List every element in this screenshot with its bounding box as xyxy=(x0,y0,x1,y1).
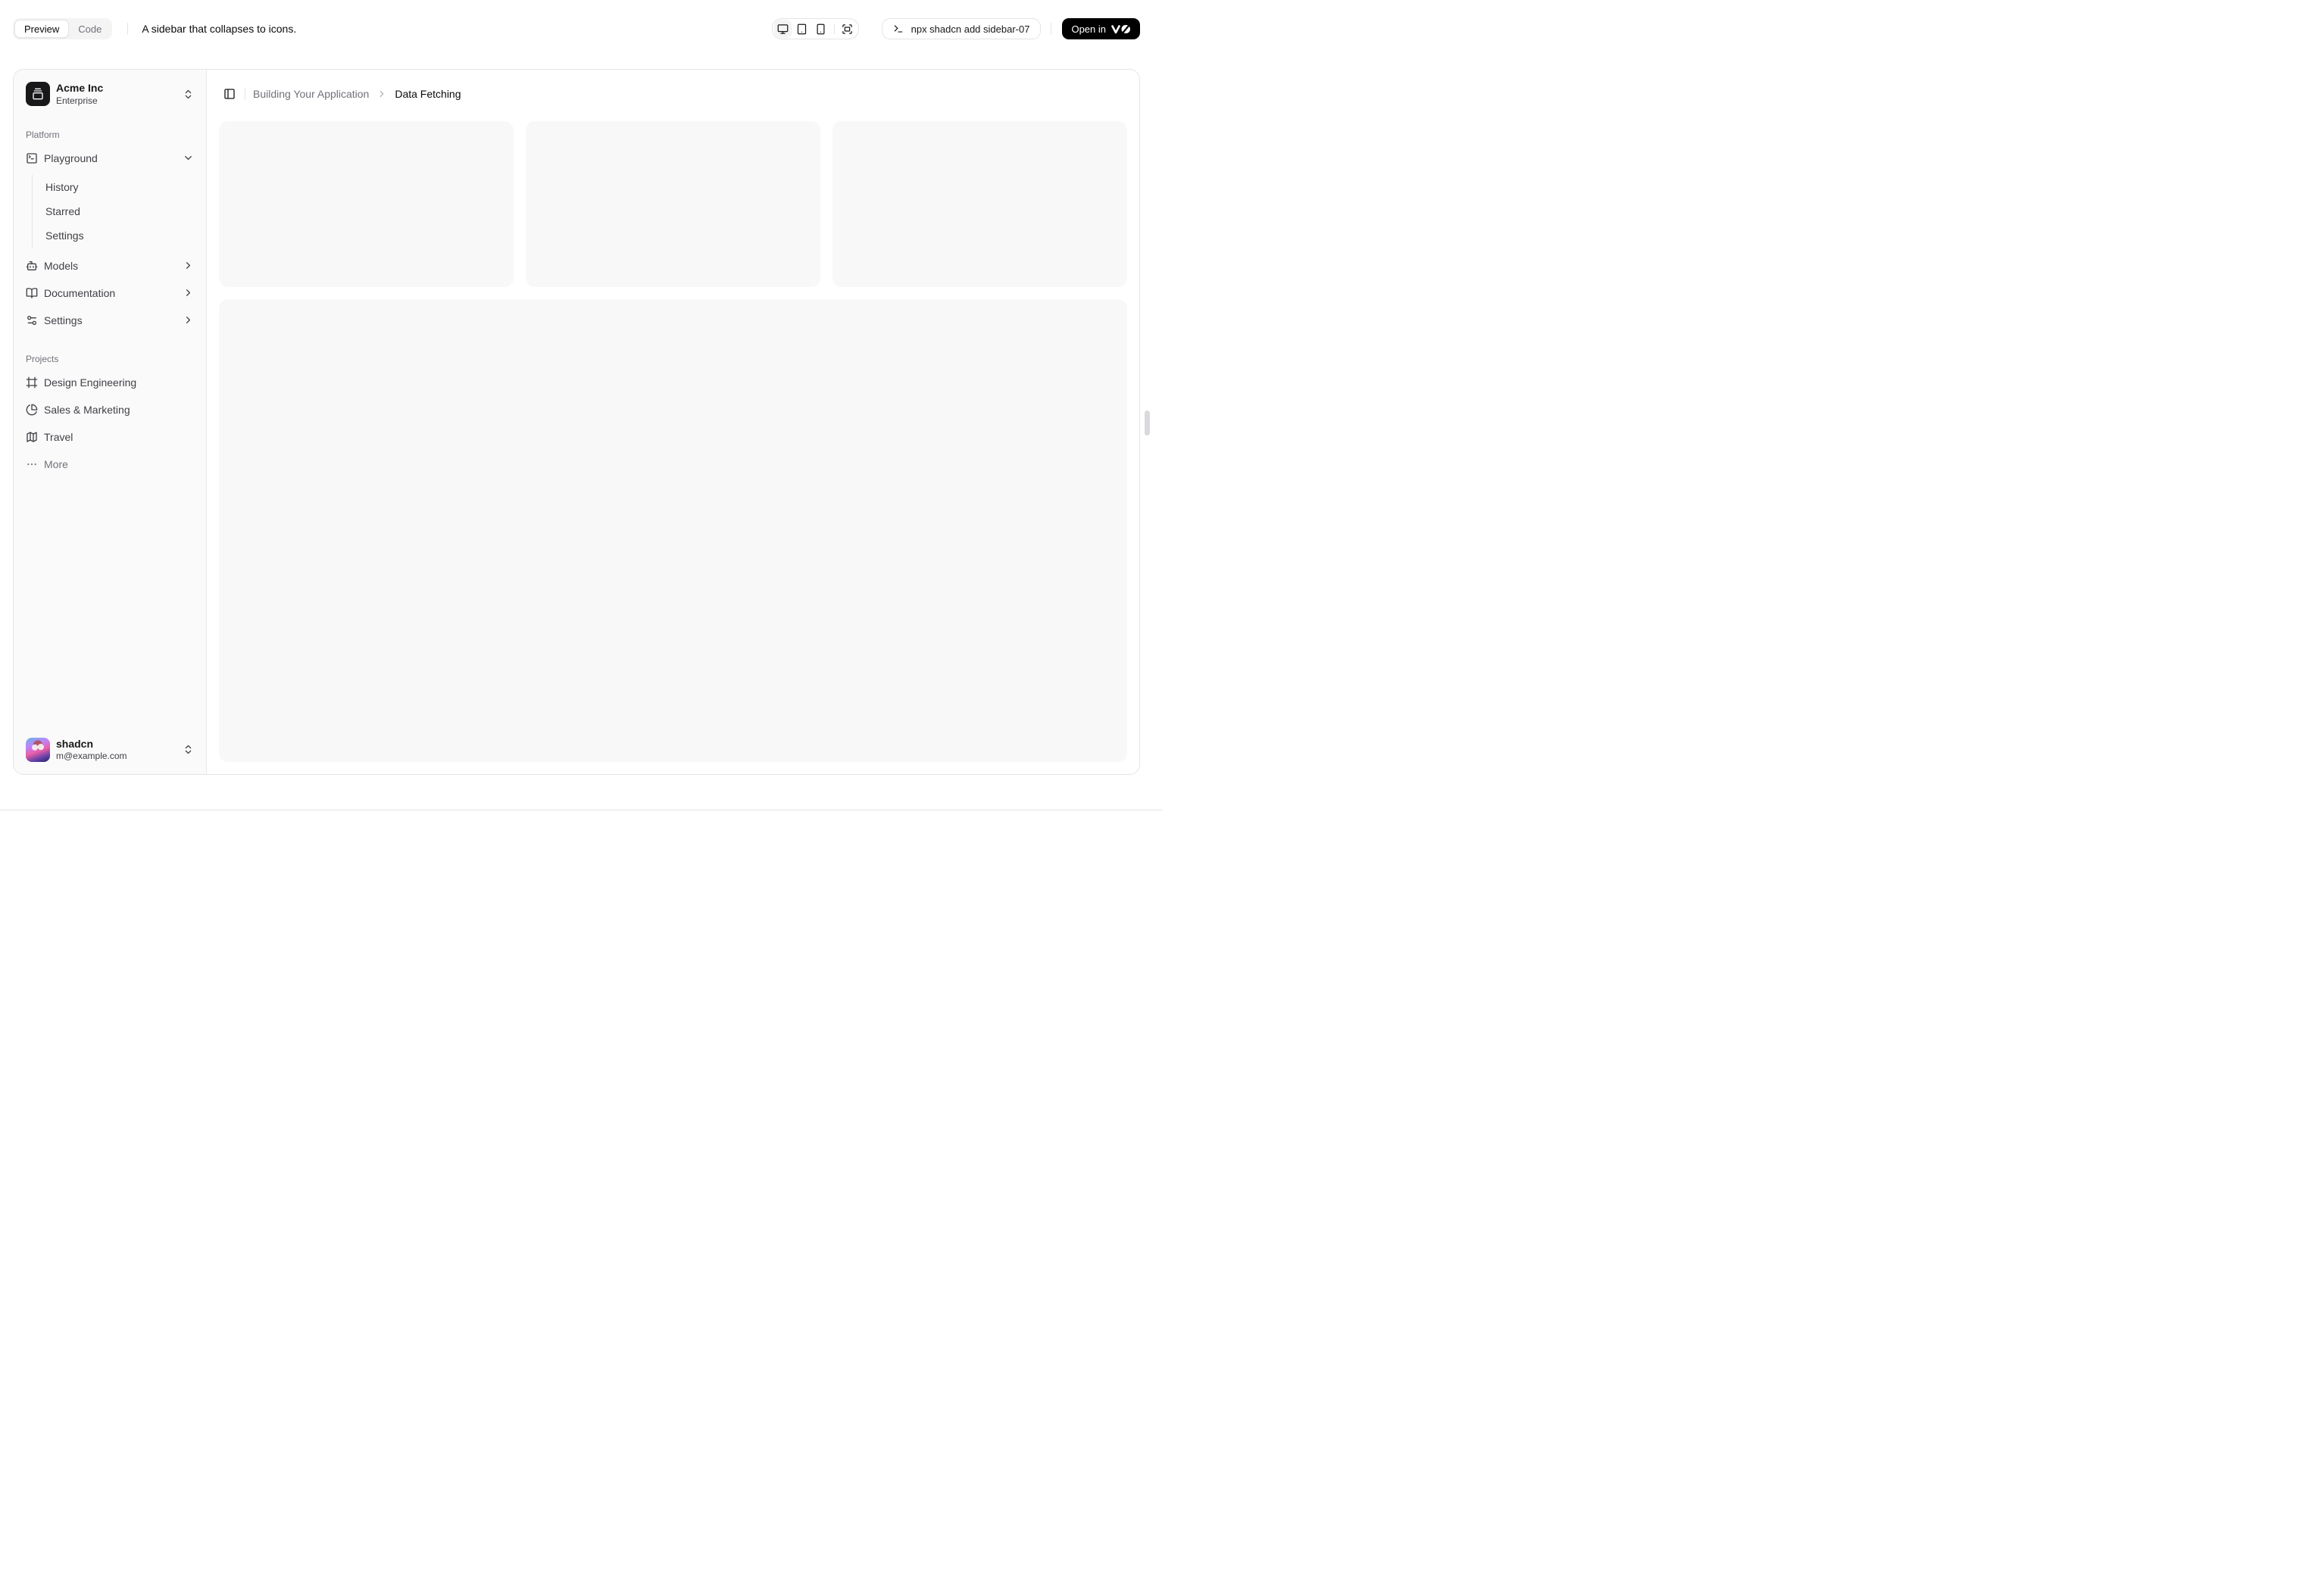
team-name: Acme Inc xyxy=(56,82,104,94)
toolbar-separator xyxy=(127,23,129,35)
playground-submenu-wrapper: History Starred Settings xyxy=(20,173,200,251)
sidebar-item-more[interactable]: More xyxy=(20,452,200,476)
sidebar-item-design-engineering[interactable]: Design Engineering xyxy=(20,370,200,395)
chevron-right-icon xyxy=(183,314,194,326)
bot-icon xyxy=(26,260,38,272)
gallery-vertical-end-icon xyxy=(32,88,44,100)
sidebar-header: Acme Inc Enterprise xyxy=(14,70,206,119)
user-name: shadcn xyxy=(56,737,94,750)
avatar xyxy=(26,737,50,762)
breadcrumb-chevron-icon xyxy=(376,89,387,99)
device-group-separator xyxy=(833,23,835,34)
sidebar-subitem-settings[interactable]: Settings xyxy=(39,225,200,246)
block-description: A sidebar that collapses to icons. xyxy=(142,23,297,35)
breadcrumb-parent-link[interactable]: Building Your Application xyxy=(253,88,369,100)
team-switcher-button[interactable]: Acme Inc Enterprise xyxy=(20,76,200,113)
square-terminal-icon xyxy=(26,152,38,164)
desktop-view-button[interactable] xyxy=(773,20,792,38)
monitor-icon xyxy=(777,23,789,35)
user-email: m@example.com xyxy=(56,751,127,761)
sidebar-item-label: Playground xyxy=(44,151,98,164)
smartphone-icon xyxy=(815,23,826,35)
placeholder-card xyxy=(832,121,1127,287)
panel-left-icon xyxy=(223,88,236,100)
group-label-projects: Projects xyxy=(26,353,59,364)
tablet-icon xyxy=(796,23,807,35)
tab-code[interactable]: Code xyxy=(69,20,111,38)
sidebar-subitem-history[interactable]: History xyxy=(39,176,200,198)
placeholder-card xyxy=(219,121,514,287)
playground-submenu: History Starred Settings xyxy=(32,174,200,248)
fullscreen-icon xyxy=(842,23,853,35)
team-meta: Acme Inc Enterprise xyxy=(56,82,176,107)
open-in-label: Open in xyxy=(1071,23,1106,35)
chevron-right-icon xyxy=(183,287,194,298)
sidebar-item-sales-marketing[interactable]: Sales & Marketing xyxy=(20,398,200,422)
view-tab-group: Preview Code xyxy=(13,18,113,39)
sidebar-item-label: Settings xyxy=(44,314,83,326)
preview-frame: Acme Inc Enterprise Platform Playground … xyxy=(13,69,1140,775)
chevrons-up-down-icon xyxy=(183,744,194,755)
main-panel: Building Your Application Data Fetching xyxy=(207,70,1139,774)
next-section-edge xyxy=(0,809,1162,811)
main-header: Building Your Application Data Fetching xyxy=(207,70,1139,118)
placeholder-card-row xyxy=(219,121,1127,287)
mobile-view-button[interactable] xyxy=(812,20,830,38)
fullscreen-button[interactable] xyxy=(839,20,857,38)
sidebar-group-platform: Platform Playground History Starred Sett… xyxy=(14,119,206,332)
sidebar-subitem-starred[interactable]: Starred xyxy=(39,201,200,222)
group-label-platform: Platform xyxy=(26,129,60,140)
app-sidebar: Acme Inc Enterprise Platform Playground … xyxy=(14,70,207,774)
sidebar-toggle-button[interactable] xyxy=(219,83,240,105)
sidebar-item-label: Design Engineering xyxy=(44,376,137,389)
sidebar-item-label: Travel xyxy=(44,430,73,443)
sidebar-group-projects: Projects Design Engineering Sales & Mark… xyxy=(14,343,206,476)
page-scrollbar-thumb[interactable] xyxy=(1145,411,1150,436)
placeholder-card xyxy=(526,121,820,287)
breadcrumb-current-page: Data Fetching xyxy=(395,88,461,100)
device-toggle-group xyxy=(771,18,859,39)
chevron-down-icon xyxy=(183,152,194,164)
sidebar-item-documentation[interactable]: Documentation xyxy=(20,281,200,305)
map-icon xyxy=(26,431,38,443)
v0-logo-icon xyxy=(1111,24,1130,33)
settings-icon xyxy=(26,314,38,326)
user-meta: shadcn m@example.com xyxy=(56,738,176,763)
chevrons-up-down-icon xyxy=(183,89,194,100)
sidebar-footer: shadcn m@example.com xyxy=(14,726,206,775)
pie-chart-icon xyxy=(26,404,38,416)
tablet-view-button[interactable] xyxy=(793,20,811,38)
chevron-right-icon xyxy=(183,260,194,271)
book-open-icon xyxy=(26,287,38,299)
page-content xyxy=(207,118,1139,774)
user-menu-button[interactable]: shadcn m@example.com xyxy=(20,732,200,769)
sidebar-item-label: Documentation xyxy=(44,286,116,299)
ellipsis-icon xyxy=(26,458,38,470)
team-plan: Enterprise xyxy=(56,95,98,106)
block-toolbar: Preview Code A sidebar that collapses to… xyxy=(13,18,1140,39)
open-in-v0-button[interactable]: Open in xyxy=(1062,18,1140,39)
sidebar-item-playground[interactable]: Playground xyxy=(20,146,200,170)
sidebar-item-label: Models xyxy=(44,259,79,272)
placeholder-panel xyxy=(219,298,1127,762)
breadcrumb: Building Your Application Data Fetching xyxy=(253,88,461,100)
sidebar-item-label: Sales & Marketing xyxy=(44,403,130,416)
tab-preview[interactable]: Preview xyxy=(14,20,70,38)
sidebar-item-travel[interactable]: Travel xyxy=(20,425,200,449)
sidebar-item-models[interactable]: Models xyxy=(20,254,200,278)
copy-command-button[interactable]: npx shadcn add sidebar-07 xyxy=(881,18,1042,39)
team-logo xyxy=(26,82,50,107)
terminal-icon xyxy=(893,23,904,34)
sidebar-item-label: More xyxy=(44,457,68,470)
frame-icon xyxy=(26,376,38,389)
sidebar-item-settings[interactable]: Settings xyxy=(20,308,200,332)
command-text: npx shadcn add sidebar-07 xyxy=(911,23,1030,35)
